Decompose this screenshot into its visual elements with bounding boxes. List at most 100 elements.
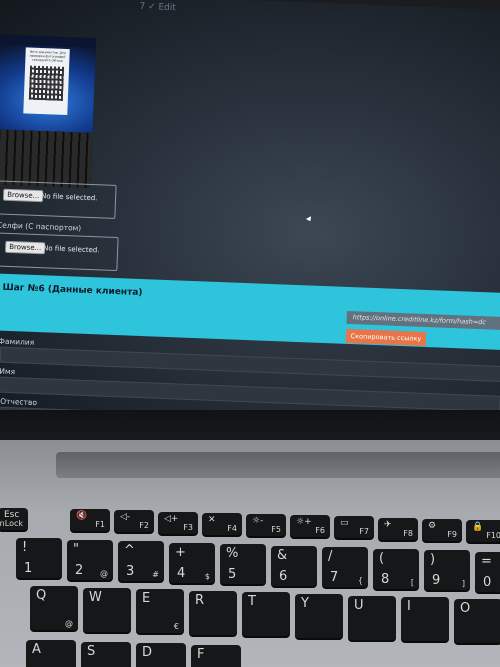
qr-code-icon bbox=[28, 65, 65, 101]
fn-key-glyph: ⚙ bbox=[428, 520, 437, 531]
number-key[interactable]: ) 9] bbox=[424, 550, 470, 590]
fn-key[interactable]: ✕ F4 bbox=[202, 512, 242, 535]
fn-key[interactable]: 🔇 F1 bbox=[70, 509, 110, 532]
number-key-digit: 7 bbox=[330, 570, 339, 585]
fn-key-glyph: ▭ bbox=[340, 518, 349, 529]
letter-key-letter: D bbox=[142, 645, 153, 661]
number-key[interactable]: / 7 { bbox=[322, 547, 368, 587]
fn-key-glyph: 🔇 bbox=[76, 511, 88, 522]
number-key-alt: @ bbox=[100, 568, 108, 578]
number-key-shift: + bbox=[175, 544, 186, 560]
letter-key[interactable]: S bbox=[81, 641, 131, 667]
number-key-digit: 6 bbox=[279, 568, 288, 584]
letter-key-letter: W bbox=[89, 589, 102, 605]
letter-key-letter: I bbox=[407, 599, 411, 615]
browse-button[interactable]: Browse... bbox=[4, 240, 46, 255]
letter-key[interactable]: T bbox=[242, 592, 290, 637]
number-key-digit: 0 bbox=[483, 574, 492, 590]
number-key[interactable]: +4 $ bbox=[169, 542, 215, 583]
letter-key[interactable]: D bbox=[136, 643, 186, 667]
letter-key-letter: O bbox=[460, 600, 471, 616]
browse-button[interactable]: Browse... bbox=[2, 188, 44, 203]
fn-key[interactable]: ◁- F2 bbox=[114, 510, 154, 533]
number-key[interactable]: % 5 bbox=[220, 544, 266, 584]
fn-key-label: F2 bbox=[139, 521, 149, 531]
step-banner: Шаг №6 (Данные клиента) https://online.c… bbox=[0, 273, 500, 350]
copy-link-button[interactable]: Скопировать ссылку bbox=[345, 328, 427, 346]
fn-key-glyph: ✕ bbox=[208, 514, 216, 525]
fn-key-label: F7 bbox=[359, 527, 369, 537]
letter-key[interactable]: O bbox=[454, 598, 500, 643]
fn-key-label: F6 bbox=[315, 526, 325, 536]
first-name-label: Имя bbox=[0, 366, 16, 377]
number-key-shift: " bbox=[73, 541, 79, 557]
number-key[interactable]: ^ 3 # bbox=[118, 541, 164, 581]
form-url-field[interactable]: https://online.creditline.kz/form/hash=d… bbox=[346, 310, 500, 330]
fn-key-label: F1 bbox=[95, 520, 105, 530]
fn-key-glyph: ☼+ bbox=[296, 517, 312, 528]
file-upload-document: Browse... No file selected. bbox=[0, 180, 117, 219]
number-key-shift: & bbox=[277, 547, 288, 563]
letter-key-alt: € bbox=[173, 622, 179, 632]
surname-input[interactable] bbox=[0, 346, 500, 382]
number-key-digit: 8 bbox=[381, 571, 390, 587]
file-upload-selfie: Browse... No file selected. bbox=[0, 232, 119, 272]
number-key-alt: # bbox=[152, 570, 159, 579]
number-key-shift: = bbox=[481, 553, 492, 569]
file-status: No file selected. bbox=[42, 244, 100, 255]
fn-key[interactable]: 🔒 F10 bbox=[466, 520, 500, 542]
surname-label: Фамилия bbox=[0, 336, 35, 347]
number-key-shift: ( bbox=[379, 550, 385, 566]
fn-key[interactable]: ▭ F7 bbox=[334, 516, 374, 539]
letter-key[interactable]: I bbox=[401, 597, 449, 642]
fn-key-label: F3 bbox=[183, 522, 193, 532]
number-key-alt: [ bbox=[410, 577, 414, 587]
letter-key[interactable]: E € bbox=[136, 589, 184, 634]
letter-key[interactable]: A bbox=[26, 640, 76, 667]
number-key[interactable]: ! 1 bbox=[16, 538, 62, 578]
fn-key[interactable]: ✈ F8 bbox=[378, 517, 418, 540]
patronymic-label: Отчество bbox=[0, 396, 38, 408]
letter-key-letter: T bbox=[248, 594, 256, 610]
letter-key[interactable]: W bbox=[83, 587, 131, 632]
fn-key-label: F5 bbox=[271, 525, 281, 534]
fn-key-label: FnLock bbox=[0, 519, 23, 528]
fn-key-glyph: ✈ bbox=[384, 519, 392, 530]
fn-key[interactable]: ⚙ F9 bbox=[422, 518, 462, 541]
photo-scene: 7 ✓ Edit Фото документов. Для проверки ф… bbox=[0, 0, 500, 667]
step-title: Шаг №6 (Данные клиента) bbox=[2, 282, 143, 299]
fn-key[interactable]: ☼+ F6 bbox=[290, 515, 330, 538]
number-key-digit: 9 bbox=[432, 573, 441, 588]
thumbnail-keyboard bbox=[0, 129, 93, 189]
number-key-digit: 5 bbox=[228, 567, 237, 582]
letter-key[interactable]: R bbox=[189, 590, 237, 635]
fn-key[interactable]: EscFnLock bbox=[0, 508, 28, 530]
number-key-shift: ! bbox=[22, 540, 28, 555]
mouse-cursor-icon bbox=[305, 216, 314, 223]
letter-key-letter: R bbox=[195, 592, 205, 608]
selfie-label: Селфи (С паспортом) bbox=[0, 220, 82, 233]
number-key-digit: 3 bbox=[126, 564, 135, 579]
letter-key-letter: S bbox=[87, 643, 96, 659]
letter-key[interactable]: U bbox=[348, 595, 396, 640]
hinge bbox=[56, 452, 500, 478]
letter-key[interactable]: F bbox=[191, 644, 241, 667]
number-key[interactable]: " 2 @ bbox=[67, 539, 113, 580]
number-key-alt: ] bbox=[461, 579, 465, 588]
fn-key-glyph: ◁- bbox=[120, 512, 131, 523]
fn-key[interactable]: ◁+ F3 bbox=[158, 511, 198, 534]
letter-key-letter: F bbox=[197, 646, 205, 662]
qr-card: Фото документов. Для проверки фотографий… bbox=[23, 47, 70, 116]
number-key[interactable]: & 6 bbox=[271, 545, 317, 586]
number-key-shift: ^ bbox=[124, 543, 135, 558]
number-key-digit: 1 bbox=[24, 561, 33, 576]
letter-key[interactable]: Y bbox=[295, 594, 343, 638]
top-bar-text: 7 ✓ Edit bbox=[139, 1, 177, 14]
number-key[interactable]: =0} bbox=[475, 551, 500, 592]
number-key-digit: 2 bbox=[75, 562, 84, 578]
first-name-input[interactable] bbox=[0, 376, 500, 412]
letter-key[interactable]: Q @ bbox=[30, 586, 78, 630]
fn-key[interactable]: ☼- F5 bbox=[246, 514, 286, 536]
qr-card-caption: Фото документов. Для проверки фотографий… bbox=[29, 49, 66, 63]
number-key[interactable]: (8 [ bbox=[373, 548, 419, 589]
